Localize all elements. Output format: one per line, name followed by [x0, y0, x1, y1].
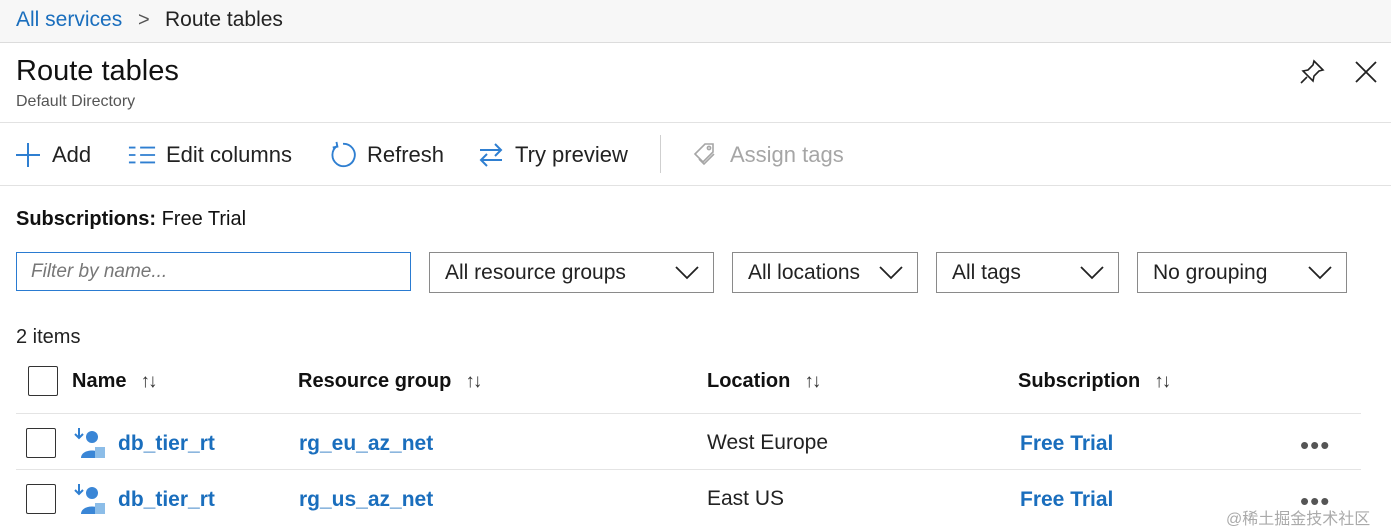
row-resource-group-link[interactable]: rg_eu_az_net [299, 432, 433, 456]
chevron-right-icon: > [138, 9, 150, 31]
refresh-label: Refresh [367, 142, 445, 167]
locations-dropdown[interactable]: All locations [732, 252, 918, 293]
breadcrumb-current: Route tables [165, 8, 283, 31]
page-title: Route tables [16, 55, 179, 87]
route-table-icon [74, 484, 105, 514]
refresh-icon [329, 141, 357, 169]
row-divider [16, 413, 1361, 414]
route-table-icon [74, 428, 105, 458]
column-header-resource-group-label: Resource group [298, 370, 452, 392]
grouping-dropdown[interactable]: No grouping [1137, 252, 1347, 293]
add-label: Add [52, 142, 92, 167]
watermark: @稀土掘金技术社区 [1226, 511, 1371, 528]
try-preview-button[interactable]: Try preview [477, 139, 628, 171]
close-icon[interactable] [1352, 58, 1380, 86]
toolbar-divider [660, 135, 661, 173]
edit-columns-button[interactable]: Edit columns [128, 139, 292, 171]
subscriptions-value: Free Trial [161, 208, 247, 230]
row-resource-group-link[interactable]: rg_us_az_net [299, 488, 433, 512]
swap-arrows-icon [477, 141, 505, 169]
plus-icon [14, 141, 42, 169]
locations-dropdown-value: All locations [748, 260, 861, 284]
column-header-subscription-label: Subscription [1018, 370, 1141, 392]
row-subscription-link[interactable]: Free Trial [1020, 432, 1113, 456]
subscriptions-label: Subscriptions: [16, 208, 157, 230]
try-preview-label: Try preview [515, 142, 628, 167]
assign-tags-button[interactable]: Assign tags [692, 139, 844, 171]
sort-icon: ↑↓ [140, 370, 157, 392]
column-header-name-label: Name [72, 370, 127, 392]
chevron-down-icon [675, 265, 699, 279]
tags-dropdown[interactable]: All tags [936, 252, 1119, 293]
row-divider [16, 469, 1361, 470]
row-subscription-link[interactable]: Free Trial [1020, 488, 1113, 512]
resource-groups-dropdown[interactable]: All resource groups [429, 252, 714, 293]
sort-icon: ↑↓ [465, 370, 482, 392]
sort-icon: ↑↓ [804, 370, 821, 392]
edit-columns-label: Edit columns [166, 142, 292, 167]
assign-tags-label: Assign tags [730, 142, 844, 167]
chevron-down-icon [879, 265, 903, 279]
chevron-down-icon [1308, 265, 1332, 279]
tag-icon [692, 141, 720, 169]
item-count: 2 items [16, 326, 81, 348]
column-header-subscription[interactable]: Subscription ↑↓ [1018, 370, 1171, 393]
filter-by-name-input[interactable] [16, 252, 411, 291]
row-location: West Europe [707, 431, 829, 454]
breadcrumb-all-services[interactable]: All services [16, 8, 122, 32]
column-header-location-label: Location [707, 370, 791, 392]
columns-icon [128, 141, 156, 169]
more-icon[interactable]: ••• [1300, 432, 1330, 458]
row-location: East US [707, 487, 785, 510]
add-button[interactable]: Add [14, 139, 91, 171]
grouping-dropdown-value: No grouping [1153, 260, 1268, 284]
page-subtitle: Default Directory [16, 93, 136, 110]
sort-icon: ↑↓ [1154, 370, 1171, 392]
resource-groups-dropdown-value: All resource groups [445, 260, 626, 284]
row-name-link[interactable]: db_tier_rt [118, 432, 215, 456]
select-all-checkbox[interactable] [28, 366, 58, 396]
column-header-resource-group[interactable]: Resource group ↑↓ [298, 370, 482, 393]
command-bar: Add Edit columns Refresh Try preview Ass… [0, 122, 1391, 186]
column-header-name[interactable]: Name ↑↓ [72, 370, 157, 393]
column-header-location[interactable]: Location ↑↓ [707, 370, 821, 393]
row-name-link[interactable]: db_tier_rt [118, 488, 215, 512]
breadcrumb: All services > Route tables [0, 0, 1391, 43]
row-checkbox[interactable] [26, 484, 56, 514]
pin-icon[interactable] [1298, 58, 1326, 86]
refresh-button[interactable]: Refresh [329, 139, 444, 171]
row-checkbox[interactable] [26, 428, 56, 458]
chevron-down-icon [1080, 265, 1104, 279]
tags-dropdown-value: All tags [952, 260, 1021, 284]
subscriptions-filter-text: Subscriptions: Free Trial [16, 208, 246, 231]
